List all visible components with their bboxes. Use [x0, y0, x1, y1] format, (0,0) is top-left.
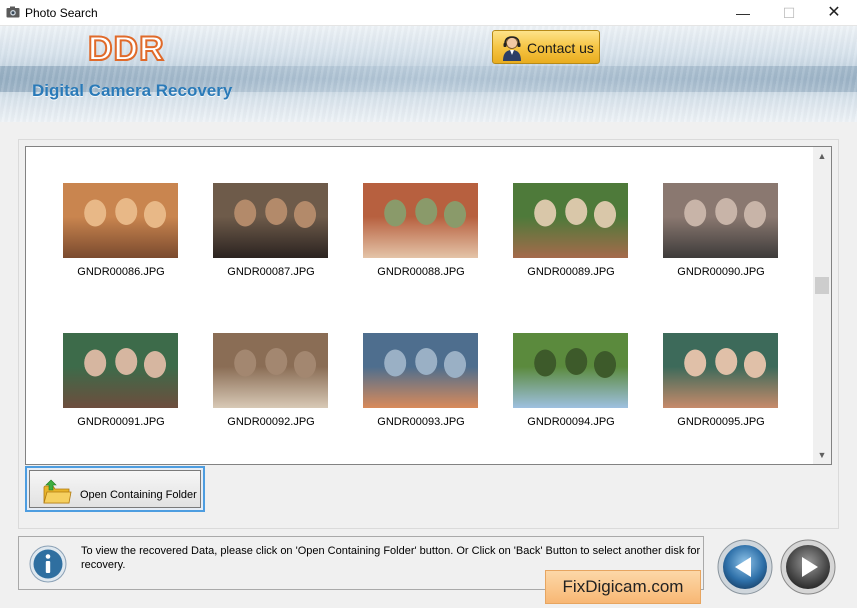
photo-filename: GNDR00092.JPG — [227, 416, 315, 428]
minimize-button[interactable]: — — [720, 0, 766, 26]
photo-thumbnail[interactable]: GNDR00090.JPG — [661, 183, 781, 293]
photo-filename: GNDR00087.JPG — [227, 266, 315, 278]
photo-filename: GNDR00088.JPG — [377, 266, 465, 278]
photo-image[interactable] — [213, 183, 328, 258]
photo-image[interactable] — [363, 333, 478, 408]
photo-gallery: GNDR00086.JPG GNDR00087.JPG GNDR00088.JPG G… — [25, 146, 832, 465]
photo-thumbnail[interactable]: GNDR00088.JPG — [361, 183, 481, 293]
maximize-button[interactable]: ☐ — [766, 0, 812, 26]
window-title: Photo Search — [25, 6, 98, 20]
open-folder-button-face[interactable]: Open Containing Folder — [29, 470, 201, 508]
photo-image[interactable] — [213, 333, 328, 408]
photo-thumbnail[interactable]: GNDR00087.JPG — [211, 183, 331, 293]
photo-filename: GNDR00089.JPG — [527, 266, 615, 278]
photo-filename: GNDR00091.JPG — [77, 416, 165, 428]
photo-filename: GNDR00095.JPG — [677, 416, 765, 428]
open-containing-folder-button[interactable]: Open Containing Folder — [25, 466, 205, 512]
photo-thumbnail[interactable]: GNDR00095.JPG — [661, 333, 781, 443]
photo-thumbnail[interactable]: GNDR00094.JPG — [511, 333, 631, 443]
open-folder-label: Open Containing Folder — [80, 489, 197, 501]
contact-us-label: Contact us — [527, 40, 594, 56]
watermark-badge: FixDigicam.com — [545, 570, 701, 604]
next-button[interactable] — [780, 539, 836, 595]
photo-image[interactable] — [663, 183, 778, 258]
photo-image[interactable] — [513, 333, 628, 408]
header-banner: DDR Digital Camera Recovery Contact us — [0, 26, 857, 122]
photo-thumbnail[interactable]: GNDR00091.JPG — [61, 333, 181, 443]
close-button[interactable]: ✕ — [811, 0, 857, 26]
scroll-thumb[interactable] — [815, 277, 829, 294]
app-icon — [6, 6, 20, 18]
photo-filename: GNDR00086.JPG — [77, 266, 165, 278]
photo-thumbnail[interactable]: GNDR00093.JPG — [361, 333, 481, 443]
support-person-icon — [503, 36, 521, 61]
photo-image[interactable] — [63, 183, 178, 258]
info-icon — [29, 545, 67, 583]
scroll-down-arrow-icon[interactable]: ▼ — [813, 448, 831, 462]
photo-image[interactable] — [663, 333, 778, 408]
photo-image[interactable] — [363, 183, 478, 258]
photo-image[interactable] — [63, 333, 178, 408]
photo-filename: GNDR00094.JPG — [527, 416, 615, 428]
ddr-logo: DDR — [87, 29, 165, 69]
photo-thumbnail[interactable]: GNDR00092.JPG — [211, 333, 331, 443]
photo-filename: GNDR00093.JPG — [377, 416, 465, 428]
contact-us-button[interactable]: Contact us — [492, 30, 600, 64]
folder-icon — [43, 479, 72, 504]
product-subtitle: Digital Camera Recovery — [32, 81, 233, 100]
gallery-scrollbar[interactable]: ▲ ▼ — [813, 147, 831, 464]
scroll-up-arrow-icon[interactable]: ▲ — [813, 149, 831, 163]
back-button[interactable] — [717, 539, 773, 595]
title-bar: Photo Search — ☐ ✕ — [0, 0, 857, 26]
photo-filename: GNDR00090.JPG — [677, 266, 765, 278]
photo-thumbnail[interactable]: GNDR00089.JPG — [511, 183, 631, 293]
photo-image[interactable] — [513, 183, 628, 258]
instruction-text: To view the recovered Data, please click… — [81, 545, 701, 571]
photo-thumbnail[interactable]: GNDR00086.JPG — [61, 183, 181, 293]
